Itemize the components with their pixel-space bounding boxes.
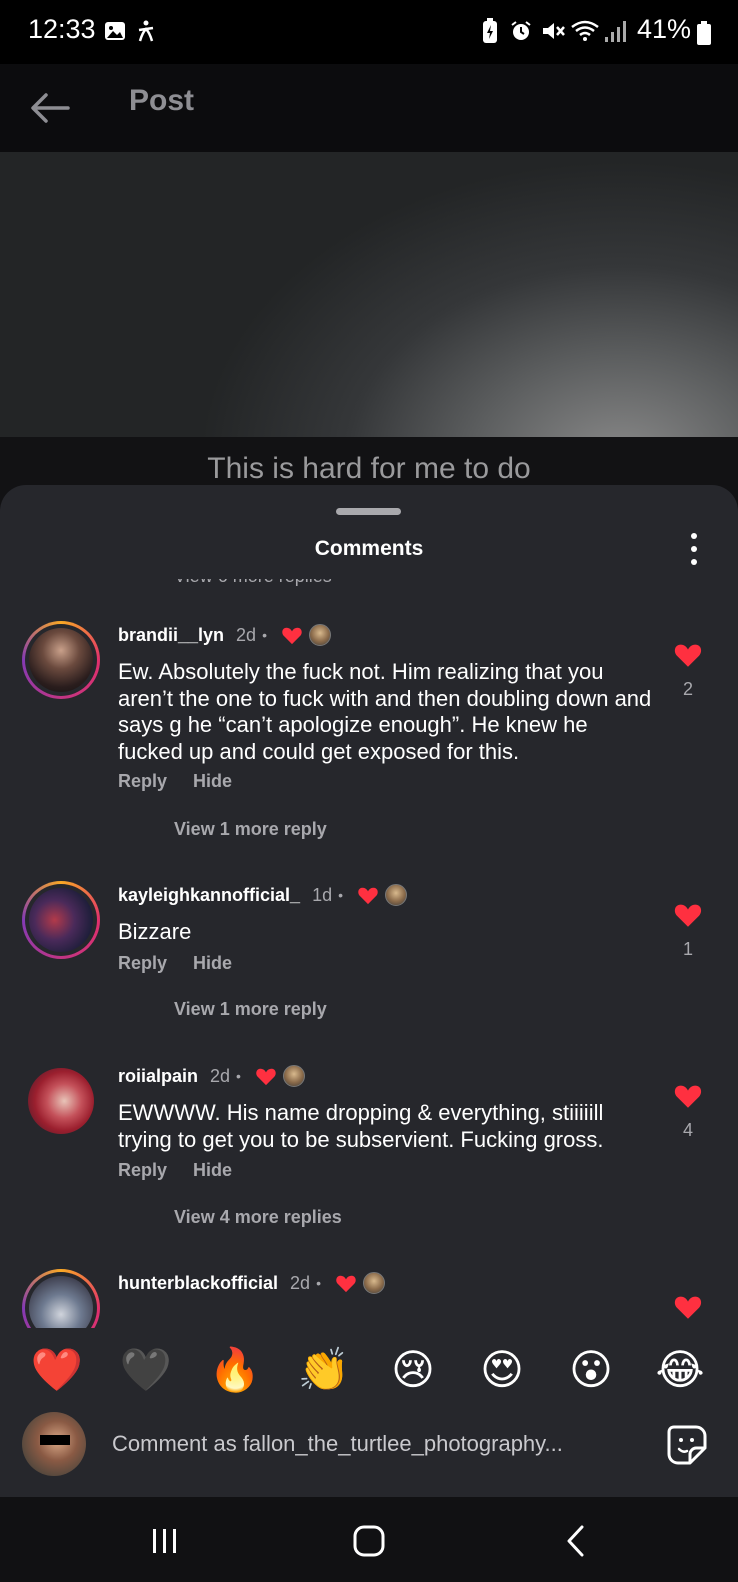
mute-icon [543, 23, 565, 39]
comment-username[interactable]: brandii__lyn [118, 625, 224, 646]
like-column [672, 1293, 704, 1325]
heart-icon[interactable] [673, 641, 703, 668]
comment-text: EWWWW. His name dropping & everything, s… [118, 1100, 604, 1152]
battery-saver-icon [483, 18, 497, 43]
video-caption: This is hard for me to do [207, 452, 531, 485]
video-player[interactable] [0, 152, 738, 437]
hide-button[interactable]: Hide [193, 771, 232, 791]
comment-header: hunterblackofficial 2d • [118, 1271, 385, 1295]
gallery-icon [105, 22, 125, 40]
like-column: 1 [672, 901, 704, 960]
separator-dot: • [262, 627, 267, 643]
reply-button[interactable]: Reply [118, 1160, 167, 1180]
comment-time: 2d [236, 624, 257, 645]
comment-actions: Reply Hide [118, 953, 258, 974]
page-title: Post [129, 84, 195, 117]
comment-actions: Reply Hide [118, 1160, 258, 1181]
comment-text: Ew. Absolutely the fuck not. Him realizi… [118, 659, 652, 764]
heart-icon[interactable] [673, 1293, 703, 1320]
like-count: 2 [682, 679, 693, 699]
comment-time: 1d [312, 884, 333, 905]
comment-username[interactable]: hunterblackofficial [118, 1273, 278, 1294]
creator-liked-heart-icon [256, 1068, 276, 1086]
like-column: 2 [672, 641, 704, 700]
reaction-surprised[interactable]: 😮 [561, 1340, 621, 1400]
comments-list[interactable]: View 6 more replies brandii__lyn 2d • Ew… [0, 579, 738, 1416]
comment-actions: Reply Hide [118, 771, 258, 792]
comment-input[interactable]: Comment as fallon_the_turtlee_photograph… [112, 1431, 563, 1457]
separator-dot: • [316, 1275, 321, 1291]
comment-username[interactable]: kayleighkannofficial_ [118, 885, 300, 906]
like-count: 1 [682, 939, 693, 959]
hide-button[interactable]: Hide [193, 953, 232, 973]
creator-avatar [385, 884, 408, 906]
my-avatar [22, 1412, 86, 1476]
battery-icon [697, 21, 711, 45]
reaction-black-heart[interactable]: 🖤 [116, 1340, 176, 1400]
creator-liked-heart-icon [282, 627, 302, 645]
home-icon[interactable] [349, 1521, 389, 1561]
reaction-heart-eyes[interactable]: 😍 [472, 1340, 532, 1400]
comment-text: Bizzare [118, 919, 192, 944]
heart-icon[interactable] [673, 1082, 703, 1109]
reaction-fire[interactable]: 🔥 [205, 1340, 265, 1400]
creator-avatar [282, 1065, 305, 1087]
reaction-laughing[interactable]: 😂 [650, 1340, 710, 1400]
wifi-icon [571, 20, 599, 41]
reaction-crying[interactable]: 😢 [383, 1340, 443, 1400]
avatar[interactable] [22, 621, 100, 699]
comment-time: 2d [210, 1065, 231, 1086]
view-more-replies[interactable]: View 1 more reply [174, 999, 327, 1020]
reaction-red-heart[interactable]: ❤️ [27, 1340, 87, 1400]
reaction-clap[interactable]: 👏 [294, 1340, 354, 1400]
comment-input-bar: Comment as fallon_the_turtlee_photograph… [0, 1412, 738, 1497]
comment-time: 2d [290, 1272, 311, 1293]
status-time: 12:33 [28, 14, 96, 44]
avatar[interactable] [22, 881, 100, 959]
status-bar: 12:33 41% [0, 0, 738, 64]
alarm-icon [511, 21, 531, 40]
sheet-drag-handle[interactable] [336, 508, 401, 515]
more-vert-icon[interactable] [680, 533, 708, 567]
post-header: Post [0, 64, 738, 152]
like-count: 4 [682, 1120, 693, 1140]
comment-header: brandii__lyn 2d • [118, 623, 331, 647]
sticker-icon[interactable] [666, 1424, 708, 1466]
creator-liked-heart-icon [358, 887, 378, 905]
avatar[interactable] [28, 1068, 94, 1134]
comments-title: Comments [314, 537, 424, 560]
signal-icon [605, 21, 626, 42]
comment-header: roiialpain 2d • [118, 1064, 305, 1088]
creator-liked-heart-icon [336, 1275, 356, 1293]
system-nav-bar [0, 1497, 738, 1582]
hide-button[interactable]: Hide [193, 1160, 232, 1180]
comment-header: kayleighkannofficial_ 1d • [118, 883, 408, 907]
reply-button[interactable]: Reply [118, 953, 167, 973]
like-column: 4 [672, 1082, 704, 1141]
reply-button[interactable]: Reply [118, 771, 167, 791]
separator-dot: • [236, 1068, 241, 1084]
view-more-replies[interactable]: View 1 more reply [174, 819, 327, 840]
quick-reactions-bar: ❤️ 🖤 🔥 👏 😢 😍 😮 😂 [0, 1328, 738, 1412]
recents-icon[interactable] [145, 1521, 185, 1561]
battery-percent: 41% [637, 14, 692, 44]
creator-avatar [362, 1272, 385, 1294]
heart-icon[interactable] [673, 901, 703, 928]
separator-dot: • [338, 887, 344, 903]
view-more-replies[interactable]: View 4 more replies [174, 1207, 342, 1228]
back-arrow-icon[interactable] [26, 84, 74, 132]
view-more-replies-partial[interactable]: View 6 more replies [174, 579, 332, 587]
nav-back-icon[interactable] [557, 1521, 597, 1561]
comment-username[interactable]: roiialpain [118, 1066, 198, 1087]
accessibility-icon [138, 20, 154, 42]
creator-avatar [308, 624, 331, 646]
